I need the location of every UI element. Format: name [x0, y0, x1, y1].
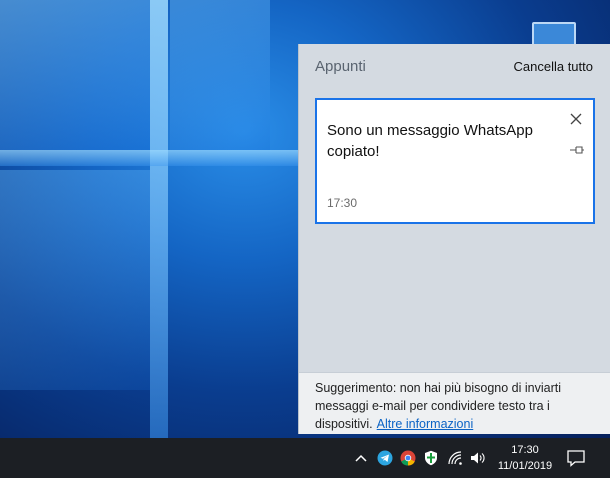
clear-all-button[interactable]: Cancella tutto — [514, 59, 594, 74]
taskbar-clock[interactable]: 17:30 11/01/2019 — [494, 442, 556, 474]
wallpaper-beam — [150, 0, 168, 438]
telegram-icon[interactable] — [377, 450, 393, 466]
wallpaper-pane — [0, 0, 150, 150]
clipboard-header: Appunti Cancella tutto — [299, 44, 610, 88]
clipboard-item-time: 17:30 — [327, 196, 358, 210]
clipboard-title: Appunti — [315, 58, 366, 75]
notification-icon[interactable] — [566, 448, 586, 468]
clipboard-tip: Suggerimento: non hai più bisogno di inv… — [299, 372, 610, 434]
clipboard-panel: Appunti Cancella tutto Sono un messaggio… — [298, 44, 610, 434]
clock-date: 11/01/2019 — [497, 460, 553, 472]
shield-icon[interactable] — [424, 450, 438, 466]
wallpaper-pane — [170, 0, 270, 150]
wallpaper-pane — [0, 170, 150, 390]
pin-icon[interactable] — [569, 144, 585, 156]
chevron-up-icon[interactable] — [354, 450, 368, 466]
more-info-link[interactable]: Altre informazioni — [377, 417, 474, 431]
clipboard-item[interactable]: Sono un messaggio WhatsApp copiato! 17:3… — [315, 98, 595, 224]
volume-icon[interactable] — [470, 450, 486, 466]
close-icon[interactable] — [569, 112, 583, 126]
wallpaper-beam — [0, 150, 298, 166]
clock-time: 17:30 — [511, 444, 539, 456]
chrome-icon[interactable] — [400, 450, 416, 466]
taskbar: 17:30 11/01/2019 — [0, 438, 610, 478]
clipboard-item-text: Sono un messaggio WhatsApp copiato! — [327, 122, 533, 160]
wifi-icon[interactable] — [447, 450, 463, 466]
